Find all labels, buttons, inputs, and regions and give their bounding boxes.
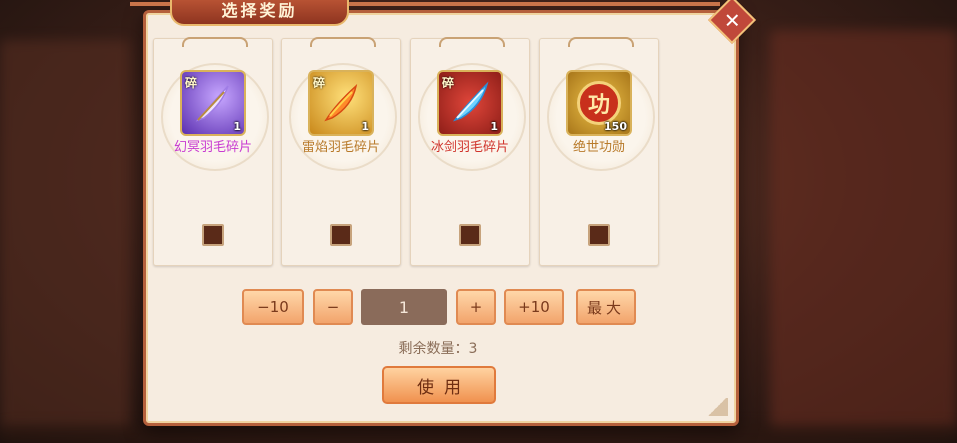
dialog-title: 选择奖励 [221,1,298,20]
card-hanger [182,37,248,47]
select-checkbox-4[interactable] [588,224,610,246]
dialog-title-banner: 选择奖励 [170,0,349,26]
select-checkbox-2[interactable] [330,224,352,246]
select-checkbox-1[interactable] [202,224,224,246]
card-hanger [439,37,505,47]
coin-emblem: 功 [577,81,621,125]
quantity-input[interactable]: 1 [361,289,447,325]
title-decor-left [130,2,175,6]
merit-coin-icon: 功 150 [566,70,632,136]
item-quantity: 1 [490,120,498,133]
reward-card-2[interactable]: 碎 1 雷焰羽毛碎片 [281,37,401,266]
item-name: 幻冥羽毛碎片 [173,140,252,155]
reward-card-1[interactable]: 碎 1 幻冥羽毛碎片 [153,37,273,266]
select-checkbox-3[interactable] [459,224,481,246]
card-hanger [310,37,376,47]
fragment-tag: 碎 [442,76,455,90]
reward-card-4[interactable]: 功 150 绝世功勋 [539,37,659,266]
item-quantity: 1 [233,120,241,133]
reward-card-3[interactable]: 碎 1 冰剑羽毛碎片 [410,37,530,266]
ice-feather-icon: 碎 1 [437,70,503,136]
background-scene-right [770,30,957,430]
fragment-tag: 碎 [185,76,198,90]
item-quantity: 1 [361,120,369,133]
item-name: 绝世功勋 [572,140,625,155]
minus-one-button[interactable]: − [313,289,353,325]
purple-feather-icon: 碎 1 [180,70,246,136]
remaining-count: 剩余数量：3 [398,341,478,357]
item-name: 冰剑羽毛碎片 [430,140,509,155]
plus-one-button[interactable]: + [456,289,496,325]
item-name: 雷焰羽毛碎片 [301,140,380,155]
background-scene-bottom [0,425,957,443]
fire-feather-icon: 碎 1 [308,70,374,136]
reward-list: 碎 1 幻冥羽毛碎片 碎 1 雷焰羽毛碎片 碎 1 冰剑羽毛碎片 功 150 绝… [153,37,665,268]
close-icon: ✕ [723,7,741,32]
page-curl-decor [706,398,728,416]
minus-ten-button[interactable]: −10 [242,289,304,325]
item-quantity: 150 [604,120,627,133]
fragment-tag: 碎 [313,76,326,90]
max-button[interactable]: 最大 [576,289,636,325]
background-scene-left [0,40,130,430]
title-decor-right [340,2,720,6]
use-button[interactable]: 使用 [382,366,496,404]
coin-character: 功 [587,93,610,118]
plus-ten-button[interactable]: +10 [504,289,564,325]
card-hanger [568,37,634,47]
